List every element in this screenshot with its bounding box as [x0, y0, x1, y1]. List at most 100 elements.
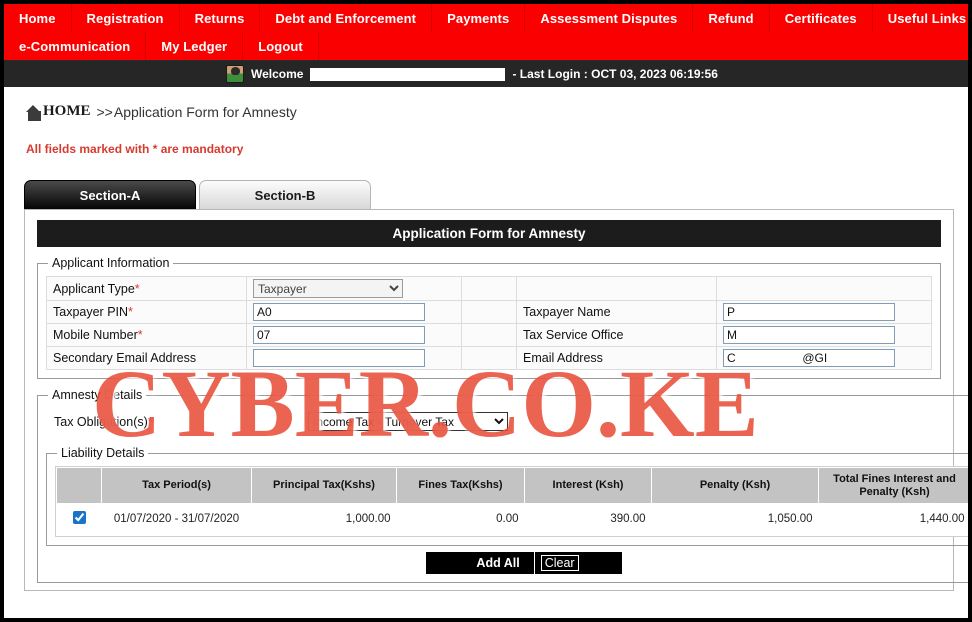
- nav-label: Assessment Disputes: [540, 10, 678, 26]
- cell-principal-tax: 1,000.00: [345, 513, 391, 526]
- cell-interest: 390.00: [610, 513, 646, 526]
- welcome-label: Welcome: [251, 67, 304, 81]
- nav-label: e-Communication: [19, 38, 131, 54]
- field-label: Mobile Number: [53, 328, 138, 342]
- field-label: Taxpayer PIN: [53, 305, 129, 319]
- liability-table-head: Tax Period(s) Principal Tax(Kshs) Fines …: [56, 466, 968, 505]
- field-label: Applicant Type: [53, 281, 135, 296]
- nav-item-home[interactable]: Home: [4, 4, 72, 32]
- table-row: 01/07/2020 - 31/07/2020 1,000.00 0.00 39…: [57, 504, 969, 536]
- form-action-buttons: Add All Clear: [425, 552, 622, 575]
- nav-item-e-communication[interactable]: e-Communication: [4, 32, 147, 60]
- nav-label: Logout: [258, 38, 303, 54]
- applicant-type-select[interactable]: Taxpayer: [253, 279, 403, 298]
- taxpayer-name-cell: [716, 300, 932, 324]
- section-tabs: Section-A Section-B: [24, 180, 968, 209]
- nav-item-debt-and-enforcement[interactable]: Debt and Enforcement: [260, 4, 433, 32]
- amnesty-details-legend: Amnesty Details: [52, 388, 143, 402]
- spacer-cell: [461, 346, 517, 370]
- nav-label: Registration: [86, 10, 164, 26]
- col-interest: Interest (Ksh): [524, 466, 652, 505]
- add-all-button[interactable]: Add All: [462, 552, 534, 575]
- form-panel: Application Form for Amnesty Applicant I…: [24, 209, 968, 591]
- email-address-input[interactable]: [723, 349, 895, 367]
- table-header-row: Tax Period(s) Principal Tax(Kshs) Fines …: [56, 466, 968, 505]
- nav-item-useful-links[interactable]: Useful Links: [873, 4, 968, 32]
- nav-label: Useful Links: [887, 10, 967, 26]
- taxpayer-name-input[interactable]: [723, 303, 895, 321]
- applicant-information-legend: Applicant Information: [52, 256, 170, 270]
- mandatory-fields-notice: All fields marked with * are mandatory: [26, 142, 244, 156]
- nav-label: Refund: [708, 10, 754, 26]
- tax-obligation-row: Tax Obligation(s)* Income Tax - Turnover…: [46, 408, 968, 437]
- applicant-type-cell: Taxpayer: [246, 276, 462, 301]
- nav-item-assessment-disputes[interactable]: Assessment Disputes: [525, 4, 694, 32]
- nav-label: Debt and Enforcement: [275, 10, 417, 26]
- tab-section-b[interactable]: Section-B: [199, 180, 371, 209]
- nav-item-payments[interactable]: Payments: [432, 4, 526, 32]
- mobile-number-input[interactable]: [253, 326, 425, 344]
- main-navigation: Home Registration Returns Debt and Enfor…: [4, 4, 968, 61]
- amnesty-details-group: Amnesty Details Tax Obligation(s)* Incom…: [37, 388, 969, 584]
- form-title: Application Form for Amnesty: [37, 220, 941, 247]
- applicant-type-label: Applicant Type*: [46, 276, 247, 301]
- nav-label: Payments: [447, 10, 510, 26]
- mobile-number-cell: [246, 323, 462, 347]
- table-row: Mobile Number* Tax Service Office: [46, 323, 932, 347]
- row-select-checkbox[interactable]: [72, 511, 86, 525]
- liability-details-group: Liability Details Tax Period(s) Principa…: [46, 446, 969, 547]
- spacer-cell: [461, 276, 517, 301]
- home-icon: [26, 104, 41, 121]
- breadcrumb-home-link[interactable]: HOME: [43, 103, 91, 120]
- taxpayer-pin-input[interactable]: [253, 303, 425, 321]
- taxpayer-pin-cell: [246, 300, 462, 324]
- nav-item-registration[interactable]: Registration: [72, 4, 180, 32]
- clear-button[interactable]: Clear: [533, 552, 585, 575]
- required-marker: *: [128, 305, 133, 319]
- nav-label: My Ledger: [161, 38, 228, 54]
- tab-section-a[interactable]: Section-A: [24, 180, 196, 209]
- nav-item-returns[interactable]: Returns: [180, 4, 261, 32]
- nav-row-primary: Home Registration Returns Debt and Enfor…: [4, 4, 968, 32]
- nav-label: Home: [19, 10, 56, 26]
- cell-fines-tax: 0.00: [496, 513, 519, 526]
- spacer-cell: [461, 323, 517, 347]
- required-marker: *: [134, 281, 140, 296]
- breadcrumb-separator: >>: [96, 103, 113, 120]
- cell-total-fines-interest-penalty: 1,440.00: [919, 513, 965, 526]
- liability-details-legend: Liability Details: [61, 446, 145, 460]
- welcome-user-name: [310, 67, 506, 81]
- nav-label: Certificates: [784, 10, 857, 26]
- required-marker: *: [137, 328, 143, 342]
- nav-item-certificates[interactable]: Certificates: [770, 4, 873, 32]
- secondary-email-cell: [246, 346, 462, 370]
- cell-penalty: 1,050.00: [767, 513, 813, 526]
- nav-label: Returns: [194, 10, 245, 26]
- col-penalty: Penalty (Ksh): [651, 466, 819, 505]
- table-row: Applicant Type* Taxpayer: [46, 276, 932, 301]
- mobile-number-label: Mobile Number*: [46, 323, 247, 347]
- page-root: Home Registration Returns Debt and Enfor…: [0, 0, 972, 622]
- applicant-information-table: Applicant Type* Taxpayer Taxpayer PIN* A…: [46, 276, 932, 370]
- col-principal-tax: Principal Tax(Kshs): [251, 466, 397, 505]
- last-login-text: - Last Login : OCT 03, 2023 06:19:56: [512, 67, 718, 81]
- tab-label: Section-A: [79, 187, 141, 203]
- liability-table-body: 01/07/2020 - 31/07/2020 1,000.00 0.00 39…: [57, 504, 969, 536]
- tax-service-office-input[interactable]: [723, 326, 895, 344]
- cell-tax-period: 01/07/2020 - 31/07/2020: [113, 513, 240, 526]
- empty-label-cell: [516, 276, 717, 301]
- col-fines-tax: Fines Tax(Kshs): [396, 466, 525, 505]
- liability-table-wrapper: Tax Period(s) Principal Tax(Kshs) Fines …: [55, 466, 969, 538]
- secondary-email-input[interactable]: [253, 349, 425, 367]
- table-row: Secondary Email Address Email Address: [46, 346, 932, 370]
- taxpayer-name-label: Taxpayer Name: [516, 300, 717, 324]
- nav-item-refund[interactable]: Refund: [693, 4, 770, 32]
- welcome-bar: Welcome - Last Login : OCT 03, 2023 06:1…: [4, 61, 968, 87]
- nav-item-my-ledger[interactable]: My Ledger: [146, 32, 244, 60]
- breadcrumb: HOME >> Application Form for Amnesty: [26, 103, 968, 121]
- tax-obligation-select[interactable]: Income Tax - Turnover Tax: [308, 412, 508, 431]
- email-address-label: Email Address: [516, 346, 717, 370]
- clear-button-label: Clear: [540, 555, 579, 572]
- nav-item-logout[interactable]: Logout: [243, 32, 319, 60]
- table-row: Taxpayer PIN* Taxpayer Name: [46, 300, 932, 324]
